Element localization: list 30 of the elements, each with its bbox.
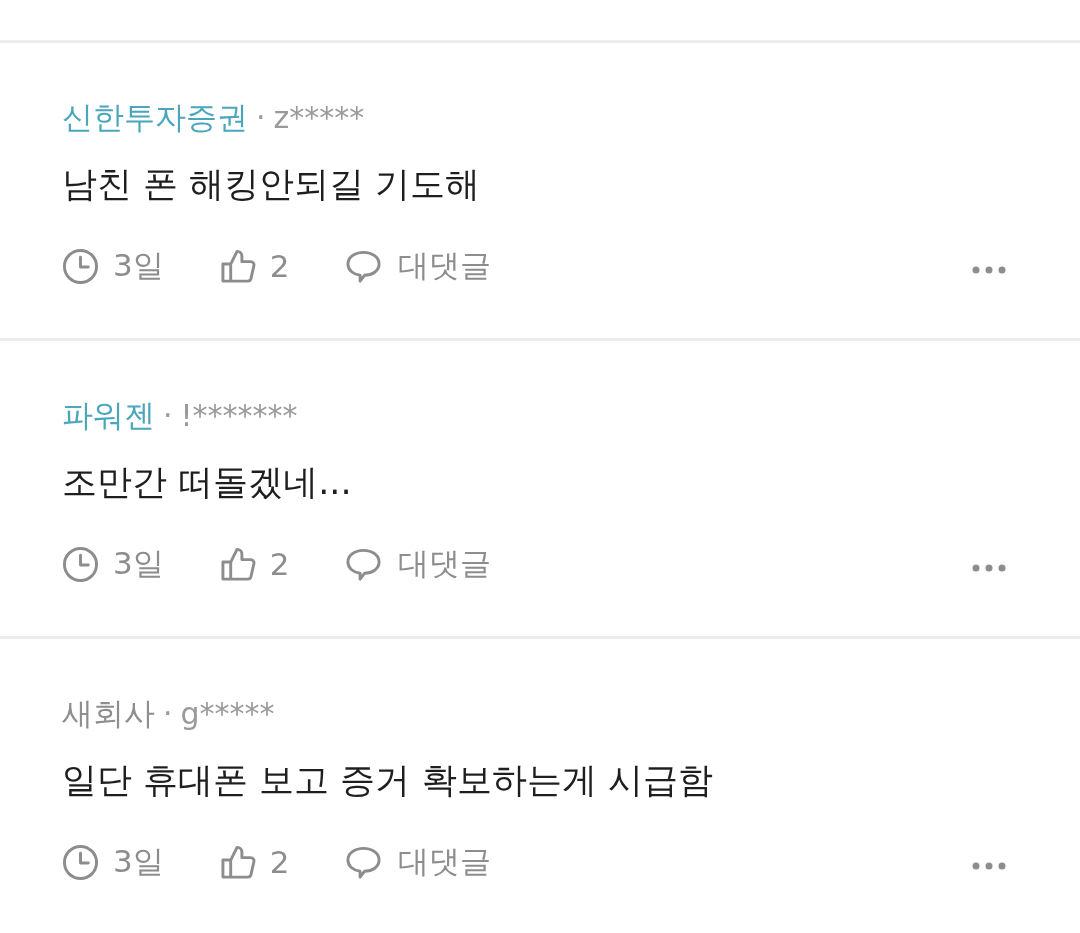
- clock-icon: [62, 247, 99, 285]
- reply-button[interactable]: 대댓글: [345, 841, 492, 883]
- company-name: 파워젠: [62, 396, 155, 435]
- thumbs-up-icon: [219, 247, 257, 285]
- company-name: 새회사: [62, 694, 155, 733]
- separator-dot: ·: [163, 397, 173, 435]
- author-id: !*******: [180, 397, 298, 435]
- thumbs-up-icon: [219, 843, 257, 881]
- time-text: 3일: [113, 246, 164, 285]
- separator-dot: ·: [163, 695, 173, 733]
- time-text: 3일: [113, 544, 164, 583]
- reply-button[interactable]: 대댓글: [345, 245, 492, 287]
- clock-icon: [62, 843, 99, 881]
- more-options-icon[interactable]: [972, 862, 1006, 870]
- time-text: 3일: [113, 842, 164, 881]
- comment-text: 조만간 떠돌겠네...: [62, 461, 353, 504]
- reply-button[interactable]: 대댓글: [345, 543, 492, 585]
- like-button[interactable]: 2: [219, 545, 290, 583]
- comment-text: 일단 휴대폰 보고 증거 확보하는게 시급함: [62, 759, 714, 802]
- comment-text: 남친 폰 해킹안되길 기도해: [62, 163, 482, 206]
- like-button[interactable]: 2: [219, 247, 290, 285]
- company-name: 신한투자증권: [62, 98, 248, 137]
- separator-dot: ·: [256, 99, 266, 137]
- more-options-icon[interactable]: [972, 564, 1006, 572]
- thumbs-up-icon: [219, 545, 257, 583]
- author-id: g*****: [180, 695, 275, 733]
- clock-icon: [62, 545, 99, 583]
- more-options-icon[interactable]: [972, 266, 1006, 274]
- like-button[interactable]: 2: [219, 843, 290, 881]
- author-id: z*****: [273, 99, 365, 137]
